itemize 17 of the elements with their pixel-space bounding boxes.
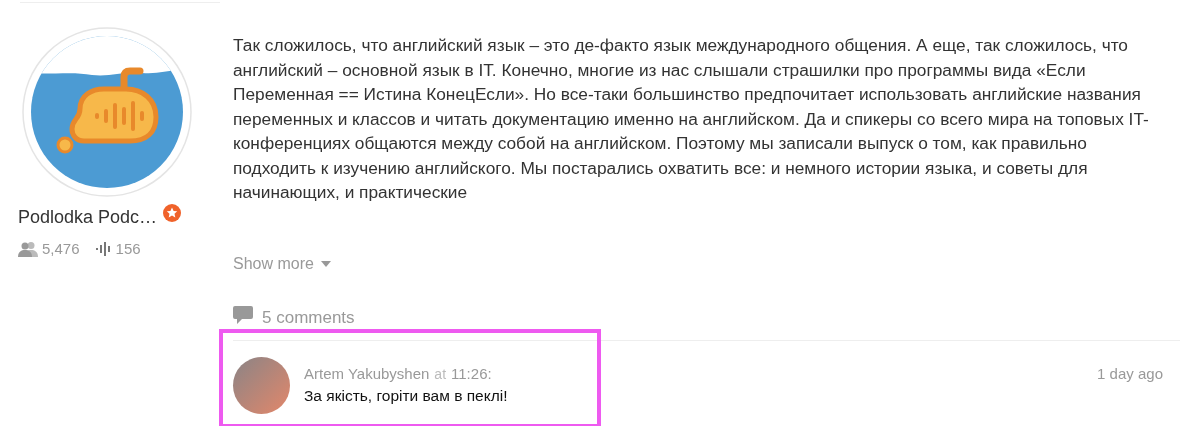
- speech-bubble-icon: [233, 306, 253, 324]
- comment-age: 1 day ago: [1097, 364, 1163, 382]
- comment-text: За якість, горіти вам в пеклі!: [304, 387, 509, 405]
- episode-count: 156: [115, 240, 141, 257]
- caret-icon: [320, 261, 331, 267]
- comment-count[interactable]: 5 comments: [262, 308, 355, 328]
- description-text: Так сложилось, что английский язык – это де-факто язык международного общения. А еще, так сложилось, что английский – основной язык в IT. Конечно, многие из нас слышали страшилки про программы вида «Если Переменная == Истина КонецЕсли». Но все-таки большинство предпочитает использовать английские названия переменных и классов и читать документацию именно на английском. Да и спикеры со всего мира на топовых IT-конференциях общаются между собой на английском. Поэтому мы записали выпуск о том, как правильно подходить к изучению английского. Мы постарались охватить все: и немного истории языка, и советы для начинающих, и практические: [233, 34, 1150, 204]
- comment-author[interactable]: Artem Yakubyshen: [304, 365, 430, 382]
- comment-timestamp[interactable]: 11:26:: [451, 365, 492, 382]
- show-more-link[interactable]: Show more: [233, 255, 314, 273]
- people-icon: [18, 240, 38, 257]
- at-label: at: [434, 366, 447, 382]
- avatar[interactable]: [233, 357, 290, 414]
- sound-wave-icon: [95, 240, 112, 257]
- podcast-logo[interactable]: [22, 27, 192, 197]
- follower-count: 5,476: [42, 240, 80, 257]
- podcast-name[interactable]: Podlodka Podc…: [18, 207, 158, 228]
